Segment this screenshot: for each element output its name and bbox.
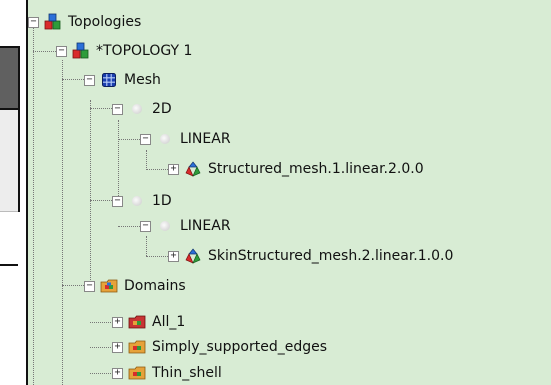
domain-icon [128,313,146,331]
tree-item-domains[interactable]: − Domains [84,276,186,296]
tree-item-topologies[interactable]: − Topologies [28,12,141,32]
tree-item-label: LINEAR [180,218,231,234]
collapse-toggle[interactable]: − [140,220,151,232]
tree-item-label: Structured_mesh.1.linear.2.0.0 [208,161,424,177]
dark-toolbar-strip [0,46,18,110]
collapse-toggle[interactable]: − [84,74,95,86]
tree-item-label: Topologies [68,14,142,30]
tree-item-label: Simply_supported_edges [152,339,328,355]
left-panel-fragment [0,0,28,385]
tree-item-topology-1[interactable]: − *TOPOLOGY 1 [56,41,192,61]
topology-icon [72,42,90,60]
collapse-toggle[interactable]: − [112,103,123,115]
tree-item-linear-2d[interactable]: − LINEAR [140,129,231,149]
collapse-toggle[interactable]: − [84,280,95,292]
mesh-part-icon [184,160,202,178]
tree-item-label: Domains [124,278,186,294]
element-type-icon [156,217,174,235]
domain-icon [128,338,146,356]
tree-item-label: SkinStructured_mesh.2.linear.1.0.0 [208,248,454,264]
dimension-icon [128,192,146,210]
tree-item-label: 2D [152,101,172,117]
collapse-toggle[interactable]: − [112,195,123,207]
collapse-toggle[interactable]: − [140,133,151,145]
domains-folder-icon [100,277,118,295]
tree-item-label: 1D [152,193,172,209]
tree-item-label: Mesh [124,72,161,88]
divider [0,264,18,266]
tree-item-1d[interactable]: − 1D [112,191,172,211]
collapse-toggle[interactable]: − [28,16,39,28]
light-panel-strip [0,110,18,212]
tree-item-all-1[interactable]: + All_1 [112,312,185,332]
expand-toggle[interactable]: + [168,163,179,175]
tree-item-label: *TOPOLOGY 1 [96,43,193,59]
tree-item-thin-shell[interactable]: + Thin_shell [112,363,222,383]
expand-toggle[interactable]: + [112,367,123,379]
tree-item-label: All_1 [152,314,186,330]
tree-item-label: Thin_shell [152,365,222,381]
tree-item-2d[interactable]: − 2D [112,99,172,119]
expand-toggle[interactable]: + [168,250,179,262]
tree-item-mesh[interactable]: − Mesh [84,70,161,90]
tree-item-simply-supported-edges[interactable]: + Simply_supported_edges [112,337,327,357]
dimension-icon [128,100,146,118]
element-type-icon [156,130,174,148]
topologies-icon [44,13,62,31]
collapse-toggle[interactable]: − [56,45,67,57]
expand-toggle[interactable]: + [112,316,123,328]
domain-icon [128,364,146,382]
tree-item-skin-structured-mesh[interactable]: + SkinStructured_mesh.2.linear.1.0.0 [168,246,453,266]
tree-item-label: LINEAR [180,131,231,147]
topology-tree[interactable]: − Topologies − *TOPOLOGY 1 − Mesh − 2D −… [28,0,551,385]
tree-item-linear-1d[interactable]: − LINEAR [140,216,231,236]
expand-toggle[interactable]: + [112,341,123,353]
mesh-part-icon [184,247,202,265]
tree-item-structured-mesh[interactable]: + Structured_mesh.1.linear.2.0.0 [168,159,424,179]
mesh-icon [100,71,118,89]
